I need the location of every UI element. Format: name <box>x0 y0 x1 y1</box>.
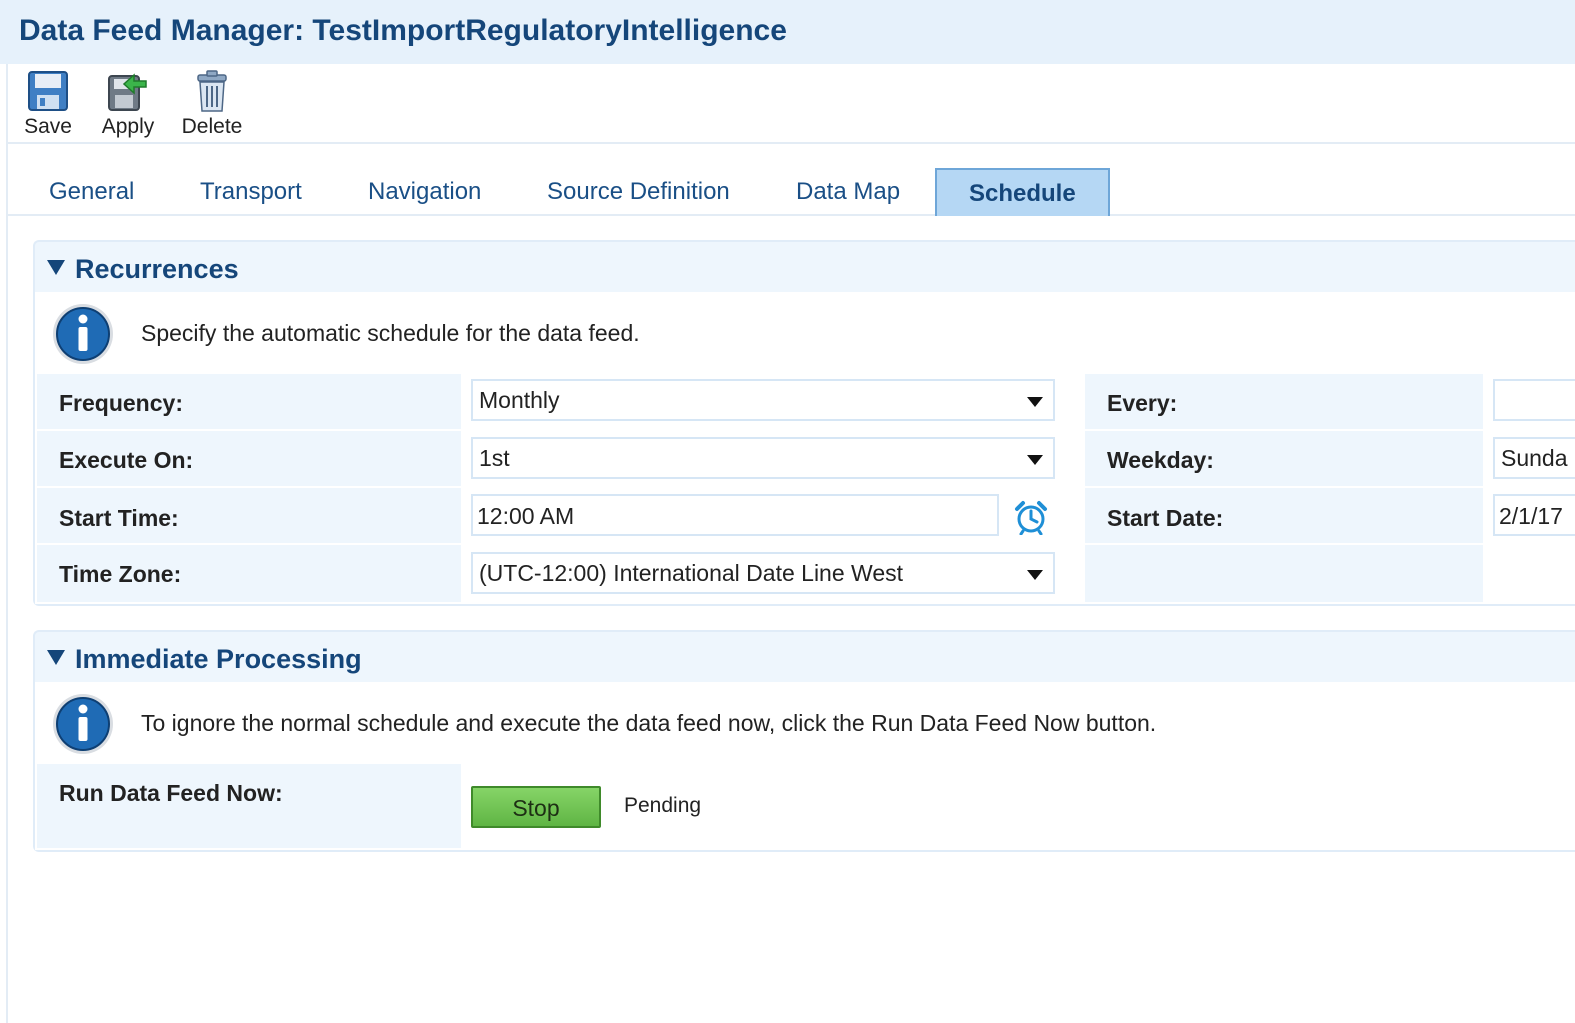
frequency-select[interactable]: Monthly <box>471 379 1055 421</box>
every-label: Every: <box>1085 374 1483 429</box>
info-icon <box>53 304 113 364</box>
left-divider <box>0 64 8 1023</box>
execute-on-value: 1st <box>479 445 510 471</box>
weekday-value: Sunda <box>1501 445 1568 471</box>
immediate-processing-body: To ignore the normal schedule and execut… <box>35 682 1575 850</box>
save-button[interactable]: Save <box>8 69 88 139</box>
chevron-down-icon <box>1027 570 1043 580</box>
apply-button[interactable]: Apply <box>88 69 168 139</box>
tab-bar: General Transport Navigation Source Defi… <box>8 166 1575 216</box>
recurrences-info-text: Specify the automatic schedule for the d… <box>141 320 640 346</box>
start-time-label: Start Time: <box>37 488 461 543</box>
page-title: Data Feed Manager: TestImportRegulatoryI… <box>19 14 787 47</box>
immediate-processing-header[interactable]: Immediate Processing <box>35 632 1575 682</box>
empty-value-cell <box>1485 545 1575 602</box>
weekday-select[interactable]: Sunda <box>1493 437 1575 479</box>
collapse-triangle-icon[interactable] <box>47 260 65 275</box>
start-date-label: Start Date: <box>1085 488 1483 543</box>
floppy-disk-icon <box>28 71 68 111</box>
immediate-processing-panel: Immediate Processing To ignore the norma… <box>33 630 1575 852</box>
start-time-input[interactable]: 12:00 AM <box>471 494 999 536</box>
status-text: Pending <box>624 794 702 817</box>
frequency-value: Monthly <box>479 387 560 413</box>
chevron-down-icon <box>1027 455 1043 465</box>
delete-label: Delete <box>181 115 243 138</box>
time-zone-select[interactable]: (UTC-12:00) International Date Line West <box>471 552 1055 594</box>
info-icon <box>53 694 113 754</box>
tab-schedule[interactable]: Schedule <box>935 168 1110 216</box>
tab-data-map[interactable]: Data Map <box>796 178 900 206</box>
time-zone-label: Time Zone: <box>37 545 461 602</box>
title-bar: Data Feed Manager: TestImportRegulatoryI… <box>0 0 1575 64</box>
run-data-feed-now-label: Run Data Feed Now: <box>37 764 461 848</box>
toolbar: Save Apply Delete <box>8 64 1575 144</box>
execute-on-label: Execute On: <box>37 431 461 486</box>
collapse-triangle-icon[interactable] <box>47 650 65 665</box>
frequency-label: Frequency: <box>37 374 461 429</box>
immediate-processing-title: Immediate Processing <box>75 644 362 674</box>
recurrences-title: Recurrences <box>75 254 239 284</box>
chevron-down-icon <box>1027 397 1043 407</box>
recurrences-body: Specify the automatic schedule for the d… <box>35 292 1575 604</box>
immediate-info-text: To ignore the normal schedule and execut… <box>141 710 1157 736</box>
tab-source-definition[interactable]: Source Definition <box>547 178 730 206</box>
tab-navigation[interactable]: Navigation <box>368 178 481 206</box>
delete-button[interactable]: Delete <box>172 69 252 139</box>
every-input[interactable] <box>1493 379 1575 421</box>
time-zone-value: (UTC-12:00) International Date Line West <box>479 560 903 586</box>
start-date-input[interactable]: 2/1/17 <box>1493 494 1575 536</box>
execute-on-select[interactable]: 1st <box>471 437 1055 479</box>
apply-label: Apply <box>101 115 155 138</box>
alarm-clock-icon[interactable] <box>1013 499 1049 535</box>
trash-can-icon <box>197 70 227 112</box>
tab-general[interactable]: General <box>49 178 134 206</box>
save-label: Save <box>24 115 72 138</box>
recurrences-panel: Recurrences Specify the automatic schedu… <box>33 240 1575 606</box>
tab-transport[interactable]: Transport <box>200 178 302 206</box>
apply-arrow-icon <box>108 73 147 111</box>
empty-label-cell <box>1085 545 1483 602</box>
stop-button[interactable]: Stop <box>471 786 601 828</box>
recurrences-info: Specify the automatic schedule for the d… <box>35 292 1575 374</box>
weekday-label: Weekday: <box>1085 431 1483 486</box>
recurrences-header[interactable]: Recurrences <box>35 242 1575 292</box>
immediate-info: To ignore the normal schedule and execut… <box>35 682 1575 764</box>
